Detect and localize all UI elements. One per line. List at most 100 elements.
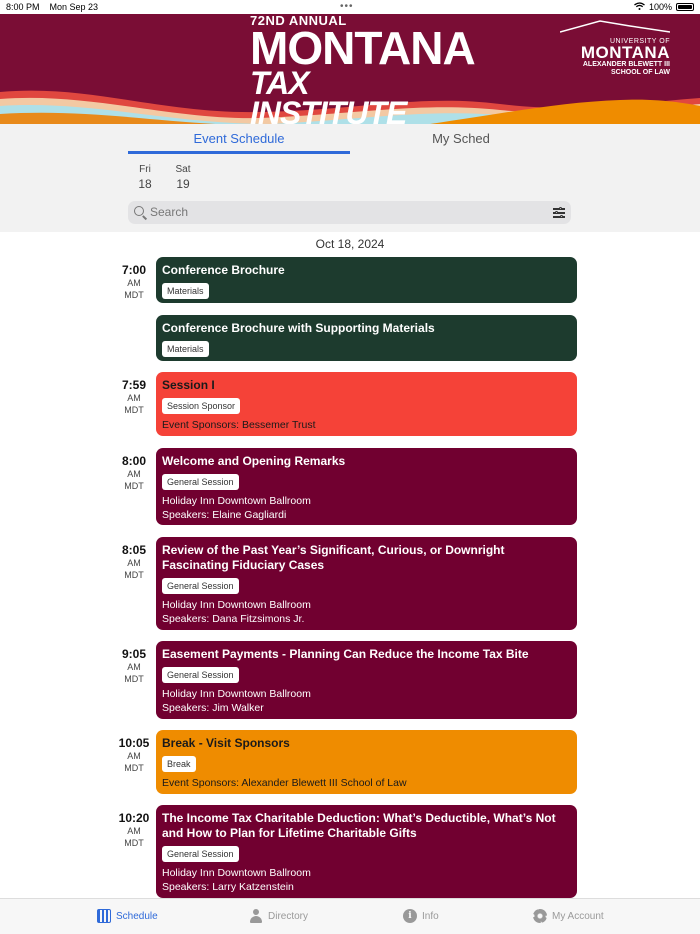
day-number: 18 [138,177,152,191]
battery-icon [676,3,694,11]
time-zone: MDT [124,290,144,300]
date-header: Oct 18, 2024 [315,237,385,251]
mountain-icon [559,20,671,33]
event-detail: Event Sponsors: Alexander Blewett III Sc… [162,777,407,789]
time-ampm: AM [127,826,141,836]
logo-line2: MONTANA [580,43,670,62]
tab-label: My Account [552,910,604,922]
event-title: Conference Brochure [162,263,285,277]
tab-schedule[interactable]: Schedule [97,909,158,923]
time-ampm: AM [127,393,141,403]
multitask-dots[interactable]: ••• [340,1,354,12]
search-bar[interactable]: Search [128,201,571,224]
bottom-tab-bar: Schedule Directory i Info My Account [0,898,700,934]
event-title: Break - Visit Sponsors [162,736,290,750]
tab-label: Schedule [116,910,158,922]
day-number: 19 [176,177,190,191]
logo-line4: SCHOOL OF LAW [611,69,670,76]
person-icon [249,909,263,923]
event-tag: General Session [162,578,239,594]
event-time: 8:05 AM MDT [110,543,158,581]
event-tag: General Session [162,846,239,862]
tab-info[interactable]: i Info [403,909,439,923]
event-card[interactable]: The Income Tax Charitable Deduction: Wha… [156,805,577,898]
search-icon [134,206,144,216]
event-card[interactable]: Conference Brochure Materials [156,257,577,303]
tab-label: Directory [268,910,309,922]
time-ampm: AM [127,469,141,479]
time-zone: MDT [124,838,144,848]
time-zone: MDT [124,570,144,580]
gear-icon [533,909,547,923]
event-card[interactable]: Break - Visit Sponsors Break Event Spons… [156,730,577,794]
event-tag: Session Sponsor [162,398,241,414]
event-title: Welcome and Opening Remarks [162,454,346,468]
event-speakers: Speakers: Larry Katzenstein [162,881,294,893]
event-location: Holiday Inn Downtown Ballroom [162,495,311,507]
time-value: 10:20 [118,811,150,825]
event-title: Session I [162,378,215,392]
tab-event-schedule[interactable]: Event Schedule [128,131,350,153]
event-tag: Break [162,756,196,772]
event-title: Review of the Past Year’s Significant, C… [162,543,505,572]
day-selector-fri[interactable]: Fri 18 [130,164,160,191]
active-tab-indicator [128,151,350,154]
search-input[interactable]: Search [150,205,188,219]
event-time: 10:20 AM MDT [110,811,158,849]
tab-directory[interactable]: Directory [249,909,308,923]
banner-title: 72ND ANNUAL MONTANA TAX INSTITUTE [250,14,476,124]
time-zone: MDT [124,674,144,684]
time-value: 7:00 [121,263,147,277]
tab-my-sched[interactable]: My Sched [350,131,572,153]
event-tag: General Session [162,667,239,683]
event-speakers: Speakers: Elaine Gagliardi [162,509,287,521]
status-time: 8:00 PM [6,2,40,12]
event-title: Easement Payments - Planning Can Reduce … [162,647,529,661]
event-tag: Materials [162,341,209,357]
tab-my-account[interactable]: My Account [533,909,604,923]
filter-icon[interactable] [553,206,565,218]
banner-title-line2: TAX INSTITUTE [250,65,407,124]
day-name: Fri [139,164,151,175]
event-time: 8:00 AM MDT [110,454,158,492]
battery-percent: 100% [648,2,672,12]
event-tag: General Session [162,474,239,490]
tab-label: Info [422,910,439,922]
calendar-icon [97,909,111,923]
event-location: Holiday Inn Downtown Ballroom [162,867,311,879]
event-time: 7:59 AM MDT [110,378,158,416]
time-ampm: AM [127,751,141,761]
event-time: 9:05 AM MDT [110,647,158,685]
event-card[interactable]: Conference Brochure with Supporting Mate… [156,315,577,361]
time-zone: MDT [124,405,144,415]
event-speakers: Speakers: Jim Walker [162,702,264,714]
schedule-controls: Event Schedule My Sched Fri 18 Sat 19 Se… [0,124,700,232]
time-zone: MDT [124,763,144,773]
event-card[interactable]: Session I Session Sponsor Event Sponsors… [156,372,577,436]
time-value: 8:05 [121,543,147,557]
event-time: 7:00 AM MDT [110,263,158,301]
day-name: Sat [175,164,191,175]
event-tag: Materials [162,283,209,299]
status-bar: 8:00 PM Mon Sep 23 ••• 100% [0,0,700,14]
time-ampm: AM [127,662,141,672]
time-zone: MDT [124,481,144,491]
time-ampm: AM [127,558,141,568]
event-location: Holiday Inn Downtown Ballroom [162,688,311,700]
event-title: The Income Tax Charitable Deduction: Wha… [162,811,556,840]
event-banner: 72ND ANNUAL MONTANA TAX INSTITUTE UNIVER… [0,14,700,124]
time-value: 7:59 [121,378,147,392]
wifi-icon [634,2,645,12]
event-speakers: Speakers: Dana Fitzsimons Jr. [162,613,305,625]
event-card[interactable]: Review of the Past Year’s Significant, C… [156,537,577,630]
event-location: Holiday Inn Downtown Ballroom [162,599,311,611]
event-card[interactable]: Easement Payments - Planning Can Reduce … [156,641,577,719]
time-value: 10:05 [118,736,150,750]
event-time: 10:05 AM MDT [110,736,158,774]
event-detail: Event Sponsors: Bessemer Trust [162,419,316,431]
time-value: 8:00 [121,454,147,468]
event-card[interactable]: Welcome and Opening Remarks General Sess… [156,448,577,525]
time-value: 9:05 [121,647,147,661]
logo-line3: ALEXANDER BLEWETT III [582,61,670,68]
day-selector-sat[interactable]: Sat 19 [168,164,198,191]
